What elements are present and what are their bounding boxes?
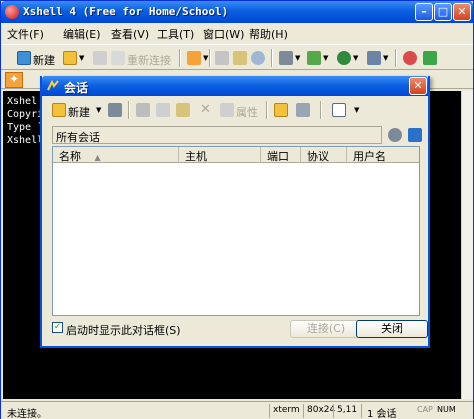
toolbar-separator [320, 101, 322, 119]
toolbar-separator [395, 49, 397, 67]
print-dropdown-icon[interactable]: ▼ [295, 54, 300, 62]
column-port-label: 端口 [267, 150, 289, 163]
view-icon[interactable] [332, 103, 346, 117]
open-dropdown-icon[interactable]: ▼ [79, 54, 84, 62]
connect-button[interactable]: 连接(C) [290, 320, 362, 338]
print-icon[interactable] [279, 51, 293, 65]
find-icon[interactable] [251, 51, 265, 65]
copy-icon[interactable] [215, 51, 229, 65]
column-host-label: 主机 [185, 150, 207, 163]
properties-icon[interactable] [220, 103, 234, 117]
new-session-icon [17, 51, 31, 65]
disconnect-icon[interactable] [93, 51, 107, 65]
refresh-icon[interactable] [408, 128, 422, 142]
titlebar: Xshell 4 (Free for Home/School) – □ ✕ [1, 1, 473, 23]
status-divider [333, 404, 334, 418]
reconnect-icon[interactable] [111, 51, 125, 65]
status-bar: 未连接。 xterm 80x24 5,11 1 会话 CAP NUM [1, 401, 473, 419]
sessions-dialog: 会话 ✕ 新建 ▼ ✕ 属性 ▼ 所有会话 名称 ▲ 主机 端口 协议 用户名 … [40, 76, 430, 348]
copy-icon[interactable] [156, 103, 170, 117]
dialog-close-button[interactable]: ✕ [409, 77, 427, 95]
toolbar-separator [209, 49, 211, 67]
dialog-new-button[interactable]: 新建 [68, 104, 90, 120]
properties-icon[interactable] [187, 51, 201, 65]
status-message: 未连接。 [7, 409, 47, 419]
new-dropdown-icon[interactable]: ▼ [96, 106, 101, 114]
status-caps: CAP [417, 405, 433, 414]
script-icon[interactable] [423, 51, 437, 65]
status-terminal-type: xterm [273, 405, 300, 415]
status-cursor: 5,11 [337, 405, 358, 415]
status-divider [361, 404, 362, 418]
status-divider [269, 404, 270, 418]
minimize-button[interactable]: – [415, 3, 433, 21]
save-icon[interactable] [108, 103, 122, 117]
new-session-icon [52, 103, 66, 117]
session-list[interactable]: 名称 ▲ 主机 端口 协议 用户名 [52, 146, 420, 316]
toolbar-separator [128, 101, 130, 119]
add-tab-icon[interactable]: ✦ [5, 72, 23, 88]
menu-file[interactable]: 文件(F) [7, 26, 44, 42]
close-button[interactable]: ✕ [453, 3, 471, 21]
xftp-icon[interactable] [403, 51, 417, 65]
sessions-icon [47, 80, 59, 91]
dialog-titlebar: 会话 ✕ [42, 76, 428, 96]
session-path-bar[interactable]: 所有会话 [52, 126, 382, 144]
column-username-label: 用户名 [353, 150, 386, 163]
toolbar-separator [266, 101, 268, 119]
dialog-title: 会话 [64, 81, 89, 95]
open-folder-icon[interactable] [63, 51, 77, 65]
startup-checkbox[interactable]: ✓ [52, 322, 63, 333]
column-host[interactable]: 主机 [179, 147, 261, 163]
font-icon[interactable] [367, 51, 381, 65]
reconnect-button[interactable]: 重新连接 [127, 52, 171, 68]
up-folder-icon[interactable] [388, 128, 402, 142]
menu-window[interactable]: 窗口(W) [203, 26, 244, 42]
column-protocol[interactable]: 协议 [301, 147, 347, 163]
column-username[interactable]: 用户名 [347, 147, 419, 163]
session-list-header: 名称 ▲ 主机 端口 协议 用户名 [53, 147, 419, 163]
dialog-toolbar: 新建 ▼ ✕ 属性 ▼ [44, 98, 426, 122]
delete-icon[interactable]: ✕ [200, 102, 211, 117]
globe-dropdown-icon[interactable]: ▼ [353, 54, 358, 62]
main-toolbar: 新建 ▼ 重新连接 ▼ ▼ ▼ ▼ ▼ [1, 44, 473, 70]
import-icon[interactable] [296, 103, 310, 117]
terminal-scrollbar[interactable] [461, 91, 473, 399]
font-dropdown-icon[interactable]: ▼ [383, 54, 388, 62]
dialog-properties-button[interactable]: 属性 [236, 104, 258, 120]
status-divider [303, 404, 304, 418]
sort-ascending-icon: ▲ [94, 153, 101, 162]
view-dropdown-icon[interactable]: ▼ [354, 106, 359, 114]
menubar: 文件(F) 编辑(E) 查看(V) 工具(T) 窗口(W) 帮助(H) [1, 23, 473, 43]
menu-tools[interactable]: 工具(T) [157, 26, 194, 42]
cut-icon[interactable] [136, 103, 150, 117]
maximize-button[interactable]: □ [434, 3, 452, 21]
paste-icon[interactable] [233, 51, 247, 65]
window-title: Xshell 4 (Free for Home/School) [23, 5, 229, 18]
status-sessions: 1 会话 [367, 409, 397, 419]
startup-checkbox-label[interactable]: 启动时显示此对话框(S) [66, 322, 181, 338]
toolbar-separator [179, 49, 181, 67]
column-name[interactable]: 名称 ▲ [53, 147, 179, 163]
close-dialog-button[interactable]: 关闭 [356, 320, 428, 338]
paste-icon[interactable] [176, 103, 190, 117]
properties-dropdown-icon[interactable]: ▼ [203, 54, 208, 62]
toolbar-separator [271, 49, 273, 67]
folder-icon[interactable] [274, 103, 288, 117]
column-protocol-label: 协议 [307, 150, 329, 163]
status-size: 80x24 [307, 405, 336, 415]
color-scheme-dropdown-icon[interactable]: ▼ [323, 54, 328, 62]
color-scheme-icon[interactable] [307, 51, 321, 65]
column-name-label: 名称 [59, 150, 81, 163]
xshell-app-icon [5, 5, 19, 19]
menu-help[interactable]: 帮助(H) [249, 26, 288, 42]
menu-view[interactable]: 查看(V) [111, 26, 149, 42]
column-port[interactable]: 端口 [261, 147, 301, 163]
menu-edit[interactable]: 编辑(E) [63, 26, 101, 42]
globe-icon[interactable] [337, 51, 351, 65]
new-button[interactable]: 新建 [33, 52, 55, 68]
status-num: NUM [437, 405, 456, 414]
